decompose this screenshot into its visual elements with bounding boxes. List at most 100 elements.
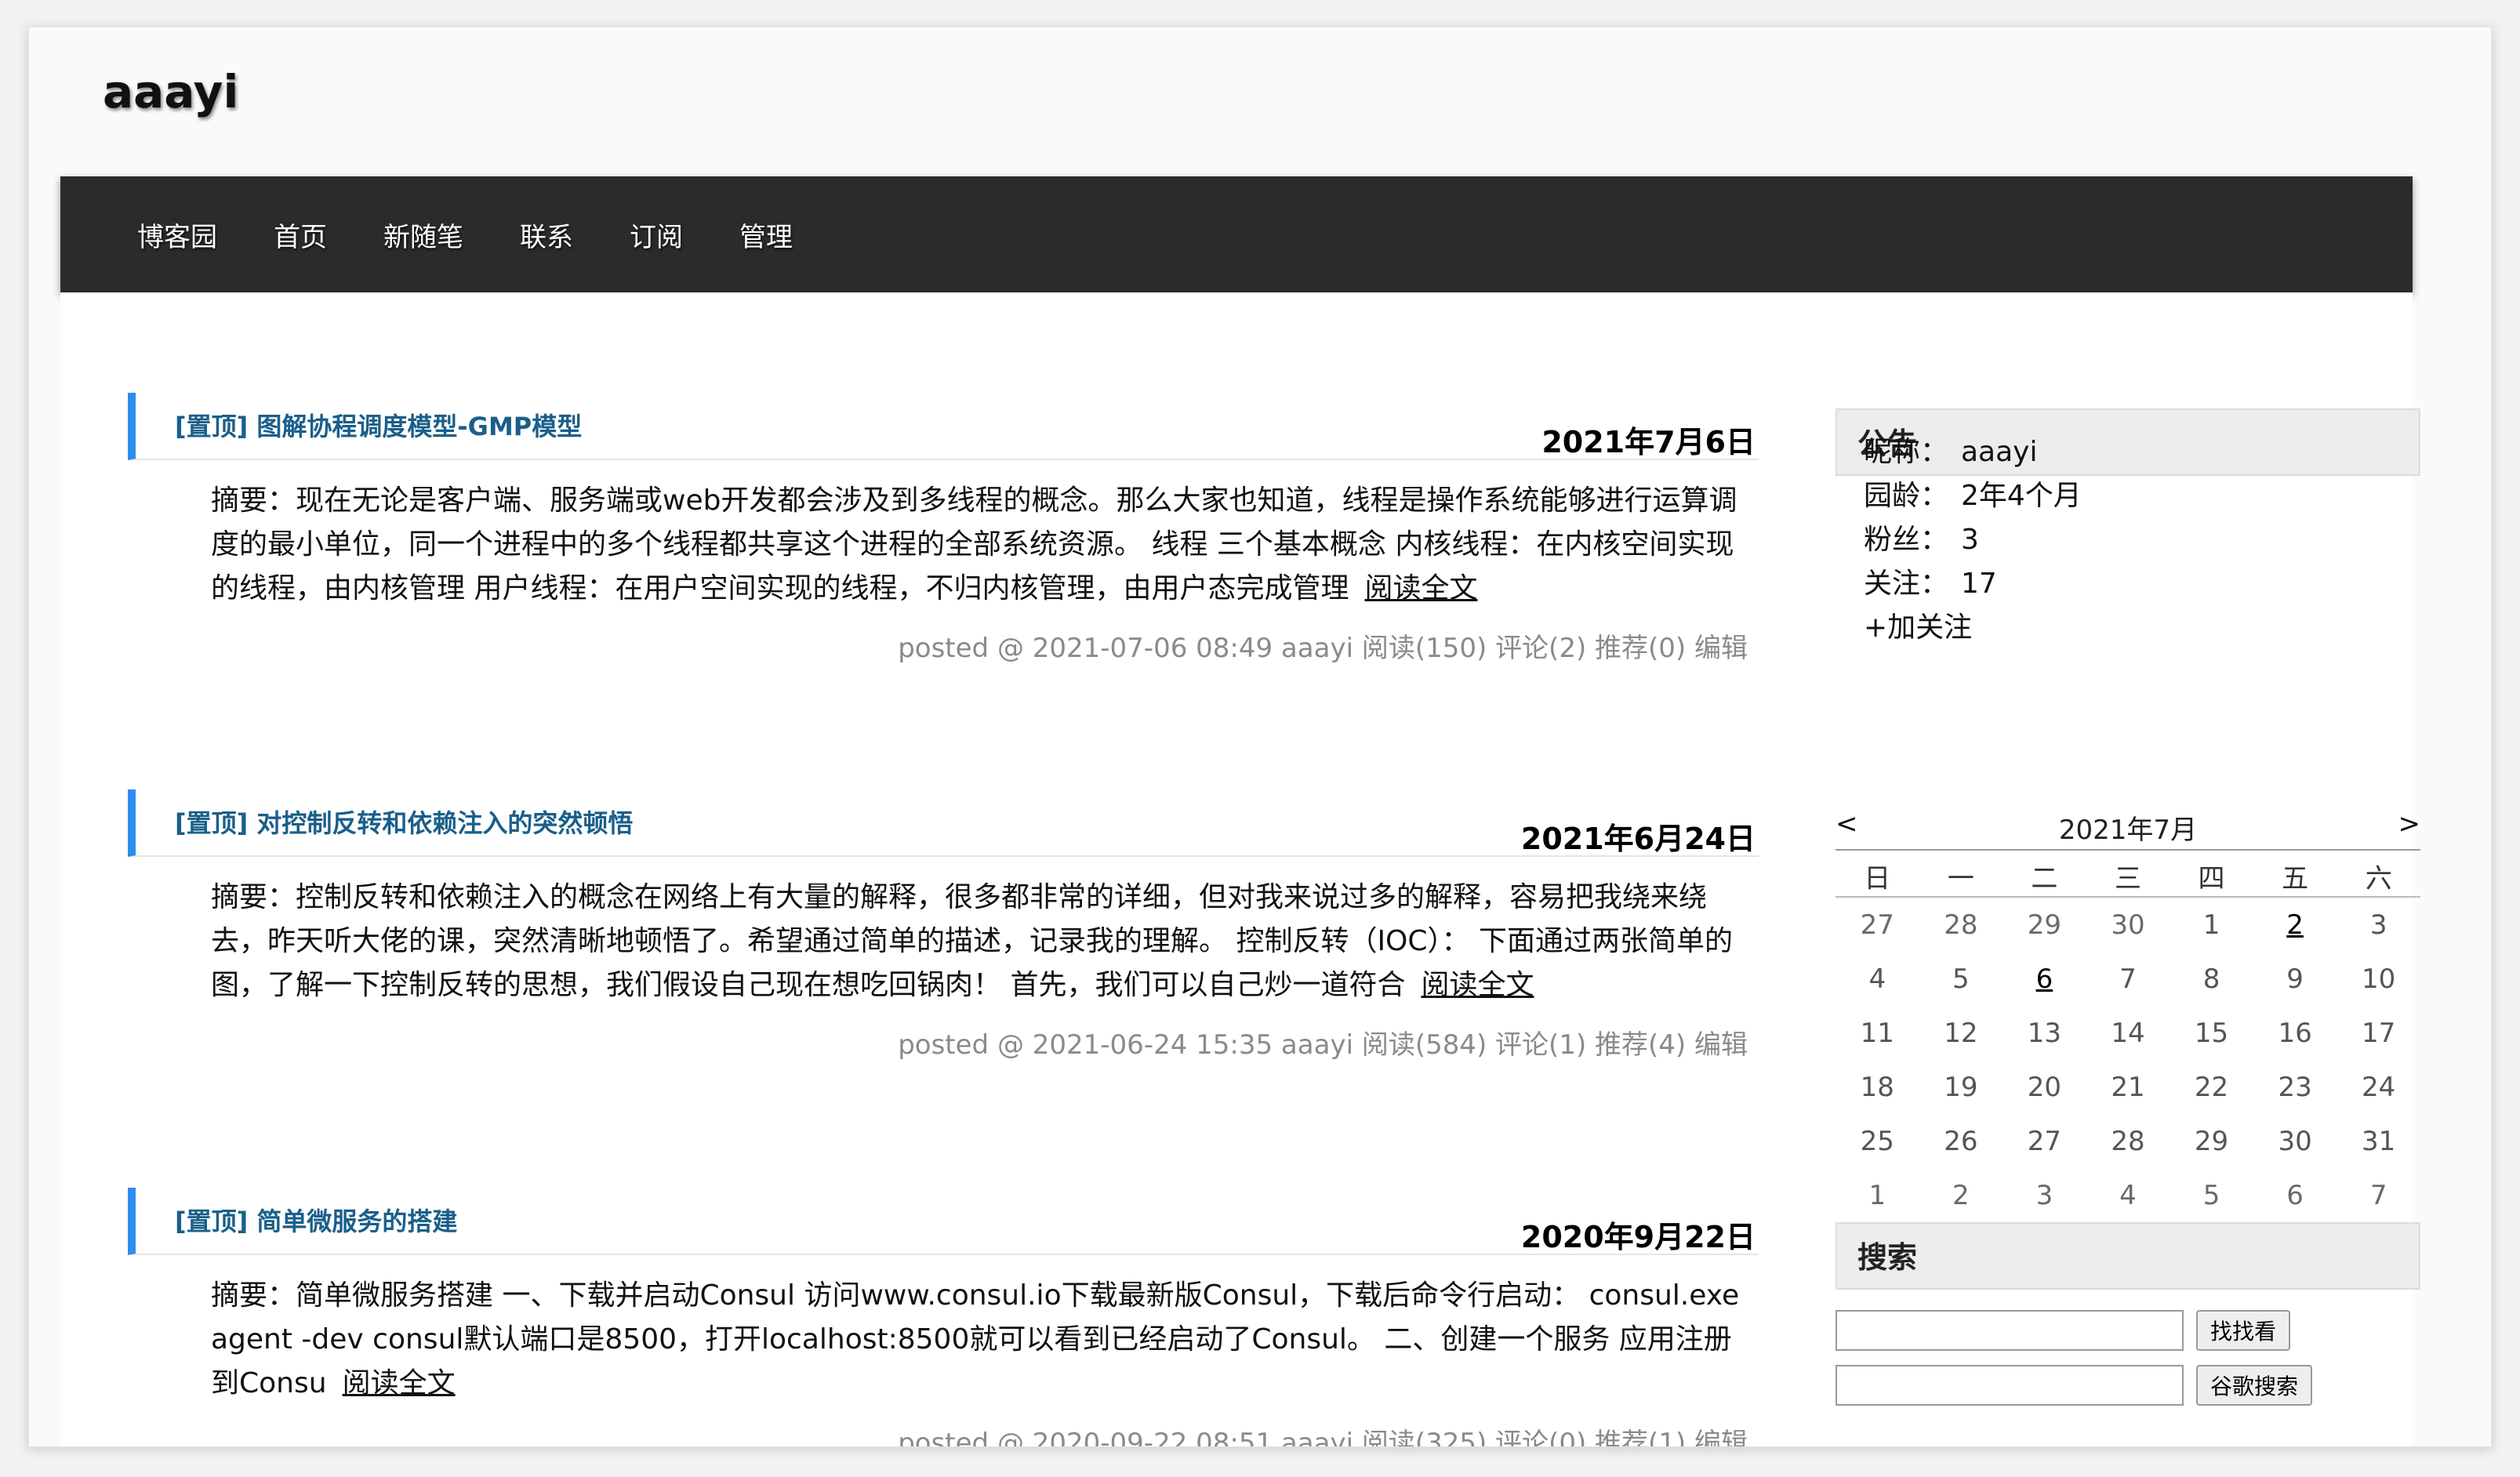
site-search-button[interactable]: 找找看 — [2196, 1310, 2291, 1351]
add-follow-link[interactable]: +加关注 — [1864, 606, 1972, 650]
calendar-day: 4 — [2119, 1179, 2137, 1211]
follow-label: 关注： — [1864, 568, 1949, 600]
calendar-day: 19 — [1944, 1071, 1978, 1103]
calendar-day: 30 — [2111, 909, 2145, 941]
nav-item-home[interactable]: 首页 — [274, 222, 327, 253]
calendar-day: 20 — [2027, 1071, 2062, 1103]
calendar-weekday: 二 — [2003, 855, 2086, 898]
site-search-input[interactable] — [1836, 1310, 2184, 1351]
calendar-day: 29 — [2194, 1125, 2229, 1157]
calendar-day: 25 — [1860, 1125, 1894, 1157]
post-item: [置顶] 图解协程调度模型-GMP模型 2021年7月6日 摘要：现在无论是客户… — [128, 393, 1759, 665]
calendar-day: 9 — [2286, 963, 2304, 995]
calendar-day: 27 — [2027, 1125, 2062, 1157]
post-item: [置顶] 简单微服务的搭建 2020年9月22日 摘要：简单微服务搭建 一、下载… — [128, 1188, 1759, 1447]
nav-item-subscribe[interactable]: 订阅 — [630, 222, 683, 253]
site-search-row: 找找看 — [1836, 1310, 2291, 1351]
calendar-week-row: 4 5 6 7 8 9 10 — [1836, 952, 2420, 1006]
calendar-day: 15 — [2194, 1017, 2229, 1049]
calendar-day: 5 — [1952, 963, 1970, 995]
calendar-day: 28 — [2111, 1125, 2145, 1157]
calendar-week-row: 27 28 29 30 1 2 3 — [1836, 897, 2420, 952]
read-more-link[interactable]: 阅读全文 — [1421, 969, 1534, 1001]
calendar-day: 12 — [1944, 1017, 1978, 1049]
calendar-day: 5 — [2202, 1179, 2220, 1211]
calendar-day: 1 — [1868, 1179, 1886, 1211]
calendar-day: 27 — [1860, 909, 1894, 941]
calendar-grid: 日一二三四五六 27 28 29 30 1 2 3 4 5 6 7 8 9 10 11 12 13 14 15 16 1… — [1836, 855, 2420, 1222]
calendar-day: 24 — [2362, 1071, 2396, 1103]
calendar-day: 7 — [2369, 1179, 2387, 1211]
post-summary-text: 摘要：现在无论是客户端、服务端或web开发都会涉及到多线程的概念。那么大家也知道… — [211, 484, 1737, 604]
calendar-day-with-post[interactable]: 6 — [2003, 952, 2086, 1006]
fans-label: 粉丝： — [1864, 524, 1949, 556]
blog-page: aaayi 博客园 首页 新随笔 联系 订阅 管理 [置顶] 图解协程调度模型-… — [28, 27, 2492, 1447]
nav-item-contact[interactable]: 联系 — [520, 222, 573, 253]
calendar-day-with-post[interactable]: 2 — [2253, 897, 2337, 952]
nav-item-admin[interactable]: 管理 — [739, 222, 793, 253]
calendar-day: 4 — [1868, 963, 1886, 995]
calendar-next-month[interactable]: > — [2398, 808, 2421, 840]
site-title[interactable]: aaayi — [103, 65, 238, 118]
calendar-weekday: 四 — [2170, 855, 2253, 898]
calendar-day: 2 — [1952, 1179, 1970, 1211]
calendar-day: 17 — [2362, 1017, 2396, 1049]
calendar-day: 26 — [1944, 1125, 1978, 1157]
age-link[interactable]: 2年4个月 — [1961, 474, 2082, 518]
calendar-day: 7 — [2119, 963, 2137, 995]
calendar-day: 16 — [2278, 1017, 2312, 1049]
post-title-link[interactable]: [置顶] 对控制反转和依赖注入的突然顿悟 — [175, 804, 633, 840]
calendar-day: 23 — [2278, 1071, 2312, 1103]
calendar-header: < 2021年7月 > — [1836, 808, 2420, 851]
calendar-day: 14 — [2111, 1017, 2145, 1049]
calendar-weekday: 日 — [1836, 855, 1919, 898]
calendar-day: 13 — [2027, 1017, 2062, 1049]
calendar-day: 8 — [2202, 963, 2220, 995]
post-header: [置顶] 图解协程调度模型-GMP模型 2021年7月6日 — [128, 393, 1759, 460]
google-search-input[interactable] — [1836, 1365, 2184, 1406]
post-date: 2020年9月22日 — [1520, 1220, 1756, 1254]
post-date: 2021年7月6日 — [1541, 425, 1756, 459]
calendar-day: 31 — [2362, 1125, 2396, 1157]
post-meta: posted @ 2021-07-06 08:49 aaayi 阅读(150) … — [898, 633, 1748, 664]
calendar-week-row: 25 26 27 28 29 30 31 — [1836, 1114, 2420, 1168]
blog-calendar: < 2021年7月 > 日一二三四五六 27 28 29 30 1 2 3 4 5 6 7 8 9 10 1… — [1836, 808, 2420, 1222]
calendar-week-row: 11 12 13 14 15 16 17 — [1836, 1006, 2420, 1060]
post-title-link[interactable]: [置顶] 图解协程调度模型-GMP模型 — [175, 407, 582, 443]
post-meta: posted @ 2020-09-22 08:51 aaayi 阅读(325) … — [898, 1428, 1748, 1447]
age-label: 园龄： — [1864, 480, 1949, 512]
follow-link[interactable]: 17 — [1961, 562, 1997, 606]
calendar-week-row: 18 19 20 21 22 23 24 — [1836, 1060, 2420, 1114]
calendar-day: 1 — [2202, 909, 2220, 941]
post-item: [置顶] 对控制反转和依赖注入的突然顿悟 2021年6月24日 摘要：控制反转和… — [128, 789, 1759, 1061]
calendar-day: 28 — [1944, 909, 1978, 941]
read-more-link[interactable]: 阅读全文 — [1364, 572, 1477, 604]
post-title-link[interactable]: [置顶] 简单微服务的搭建 — [175, 1202, 457, 1238]
calendar-weekday: 一 — [1919, 855, 2003, 898]
nav-item-cnblogs[interactable]: 博客园 — [137, 222, 217, 253]
calendar-day: 10 — [2362, 963, 2396, 995]
navbar: 博客园 首页 新随笔 联系 订阅 管理 — [60, 176, 2413, 292]
post-meta: posted @ 2021-06-24 15:35 aaayi 阅读(584) … — [898, 1029, 1748, 1061]
calendar-weekday: 五 — [2253, 855, 2337, 898]
nickname-link[interactable]: aaayi — [1961, 430, 2038, 474]
post-summary: 摘要：简单微服务搭建 一、下载并启动Consul 访问www.consul.io… — [211, 1274, 1752, 1406]
calendar-day: 6 — [2286, 1179, 2304, 1211]
content-area: [置顶] 图解协程调度模型-GMP模型 2021年7月6日 摘要：现在无论是客户… — [60, 292, 2420, 1447]
nickname-label: 昵称： — [1864, 436, 1949, 468]
calendar-day: 22 — [2194, 1071, 2229, 1103]
calendar-weekday-row: 日一二三四五六 — [1836, 855, 2420, 898]
calendar-day: 3 — [2035, 1179, 2053, 1211]
google-search-row: 谷歌搜索 — [1836, 1365, 2313, 1406]
calendar-day: 30 — [2278, 1125, 2312, 1157]
calendar-day: 21 — [2111, 1071, 2145, 1103]
google-search-button[interactable]: 谷歌搜索 — [2196, 1365, 2313, 1406]
read-more-link[interactable]: 阅读全文 — [343, 1367, 456, 1399]
nav-list: 博客园 首页 新随笔 联系 订阅 管理 — [60, 176, 2413, 292]
post-header: [置顶] 简单微服务的搭建 2020年9月22日 — [128, 1188, 1759, 1255]
calendar-weekday: 六 — [2337, 855, 2420, 898]
fans-link[interactable]: 3 — [1961, 518, 1979, 562]
calendar-week-row: 1 2 3 4 5 6 7 — [1836, 1168, 2420, 1222]
post-header: [置顶] 对控制反转和依赖注入的突然顿悟 2021年6月24日 — [128, 789, 1759, 857]
nav-item-new-post[interactable]: 新随笔 — [383, 222, 463, 253]
